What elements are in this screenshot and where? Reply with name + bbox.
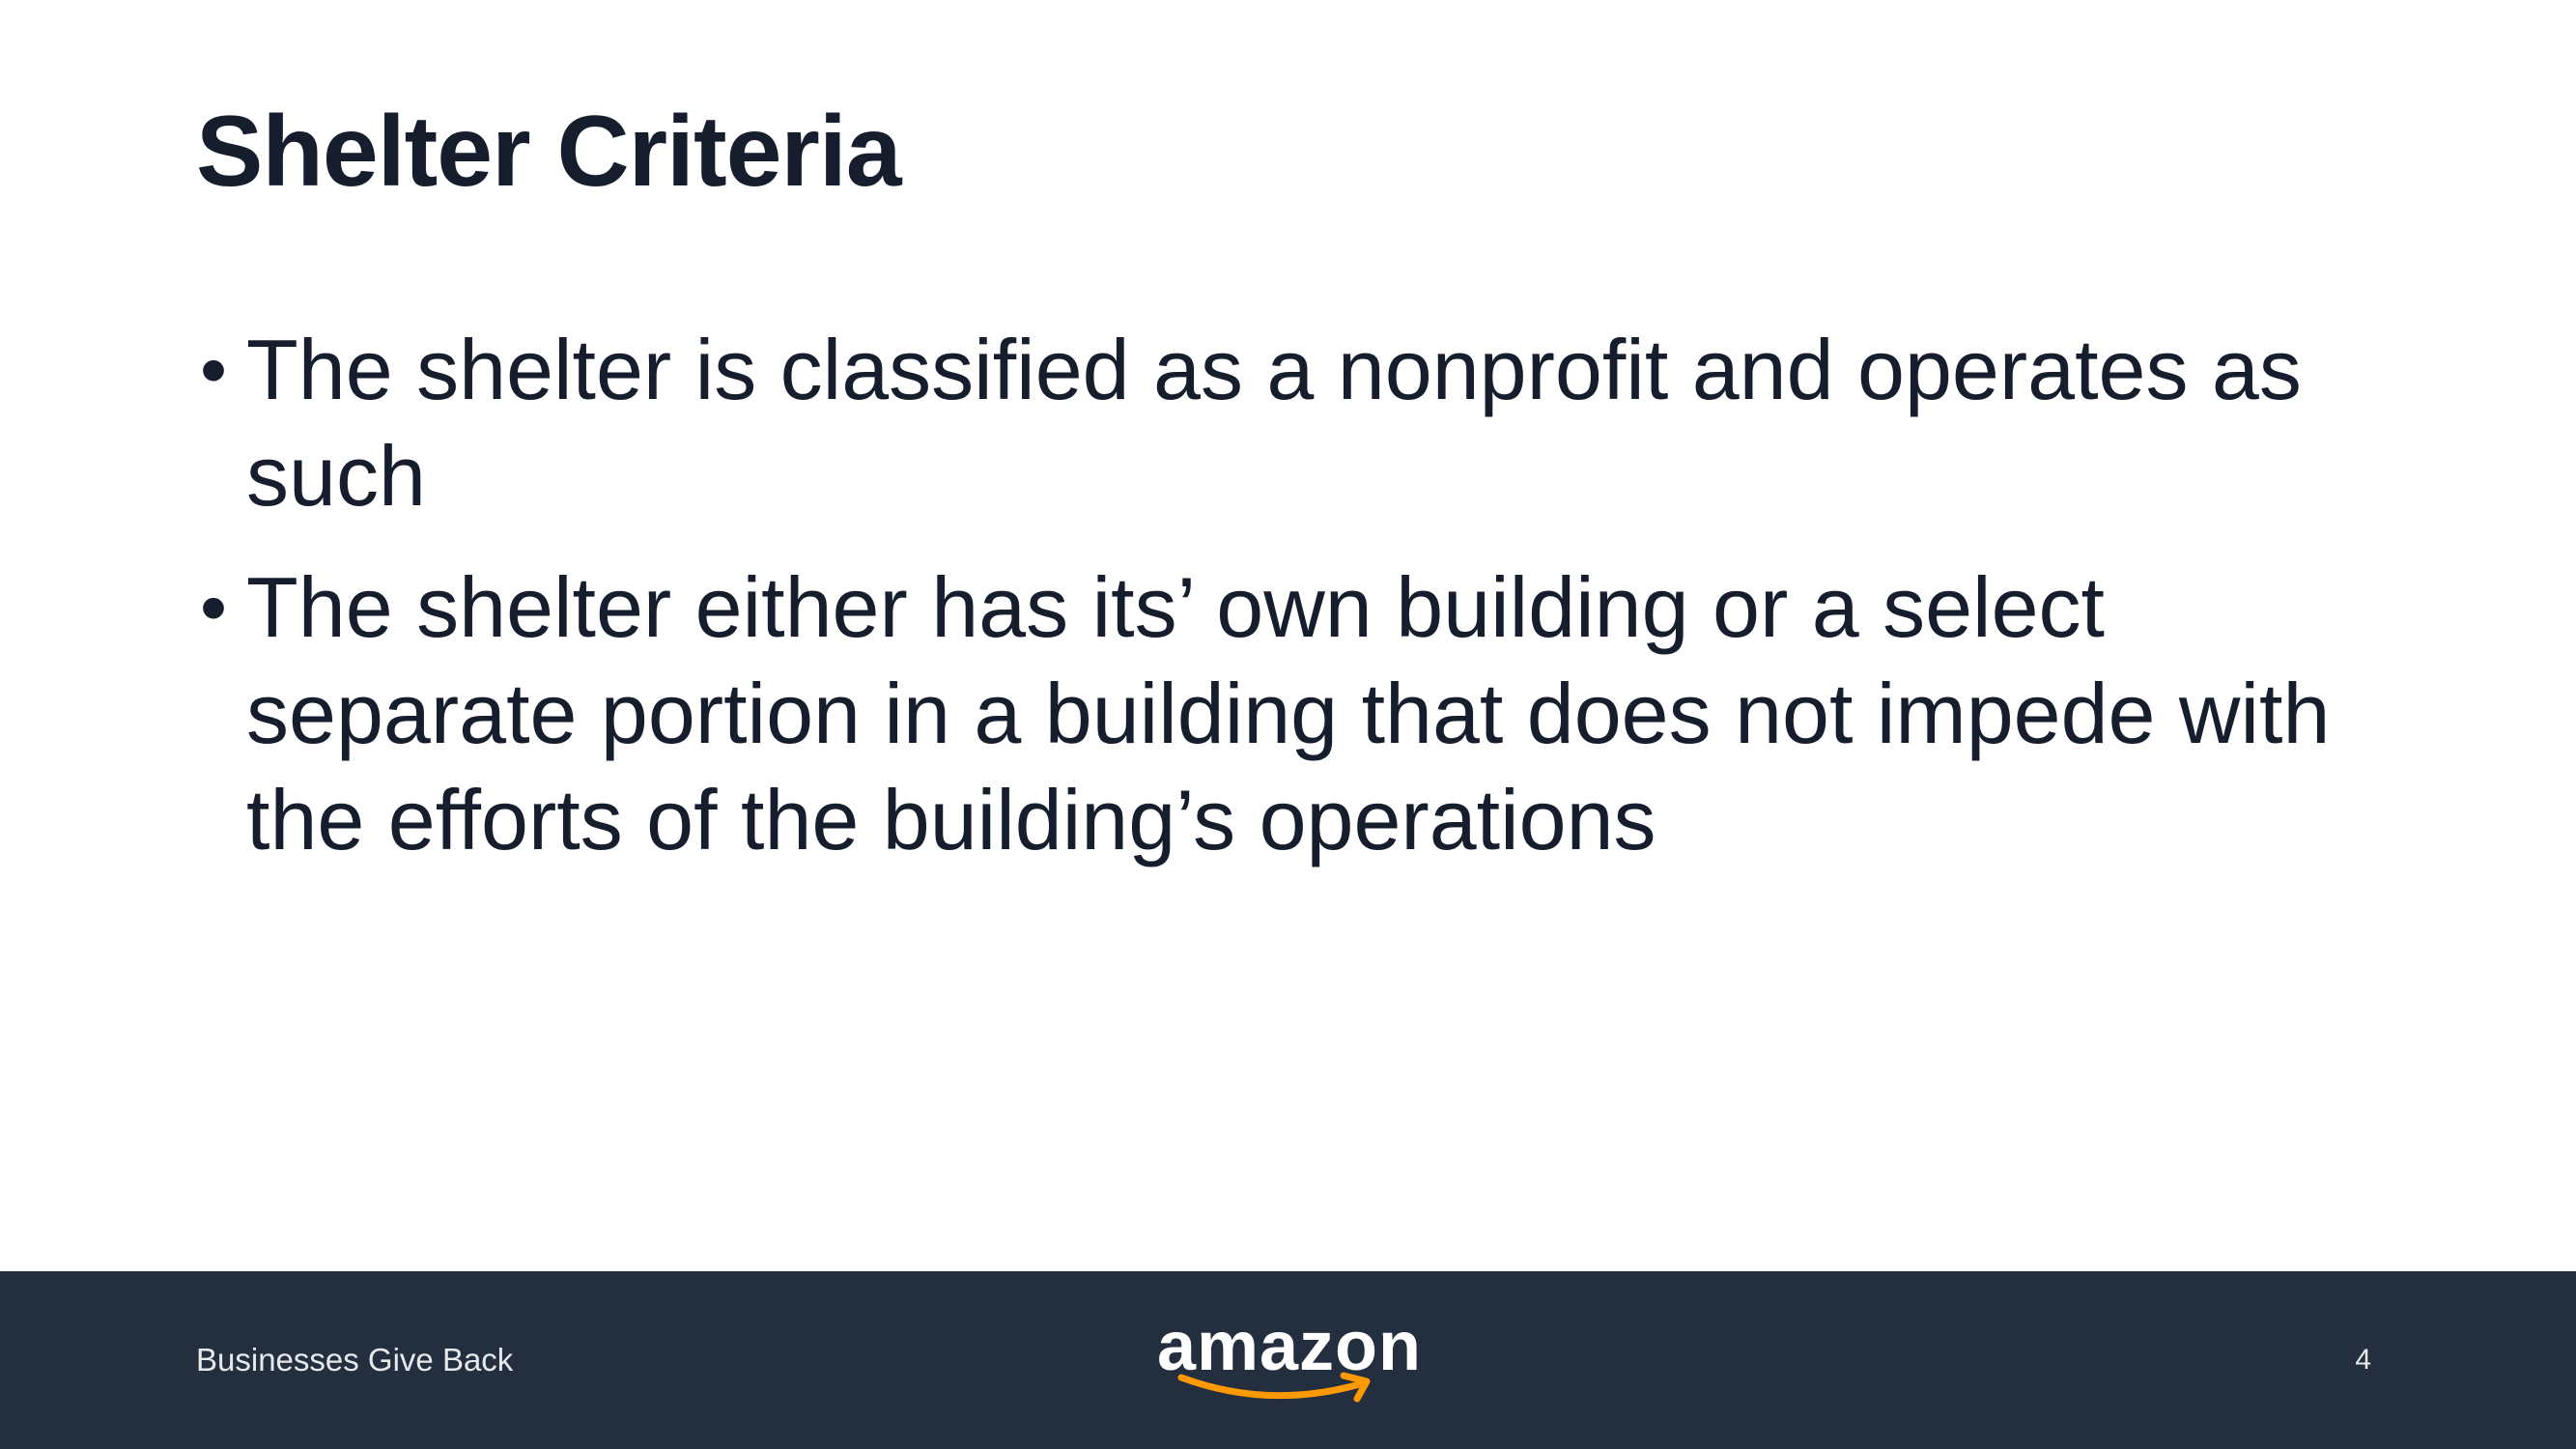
bullet-text: The shelter either has its’ own building… — [246, 559, 2331, 867]
slide: Shelter Criteria • The shelter is classi… — [0, 0, 2576, 1449]
slide-title: Shelter Criteria — [196, 96, 902, 208]
footer-bar: Businesses Give Back amazon 4 — [0, 1271, 2576, 1449]
smile-arrow-icon — [1177, 1372, 1371, 1403]
bullet-marker: • — [200, 327, 228, 412]
amazon-logo: amazon — [1125, 1312, 1454, 1418]
bullet-item: • The shelter is classified as a nonprof… — [196, 317, 2398, 529]
bullet-text: The shelter is classified as a nonprofit… — [246, 322, 2302, 524]
bullet-list: • The shelter is classified as a nonprof… — [196, 317, 2398, 898]
footer-caption: Businesses Give Back — [196, 1342, 514, 1378]
bullet-item: • The shelter either has its’ own buildi… — [196, 554, 2398, 873]
page-number: 4 — [2355, 1344, 2371, 1376]
bullet-marker: • — [200, 564, 228, 650]
